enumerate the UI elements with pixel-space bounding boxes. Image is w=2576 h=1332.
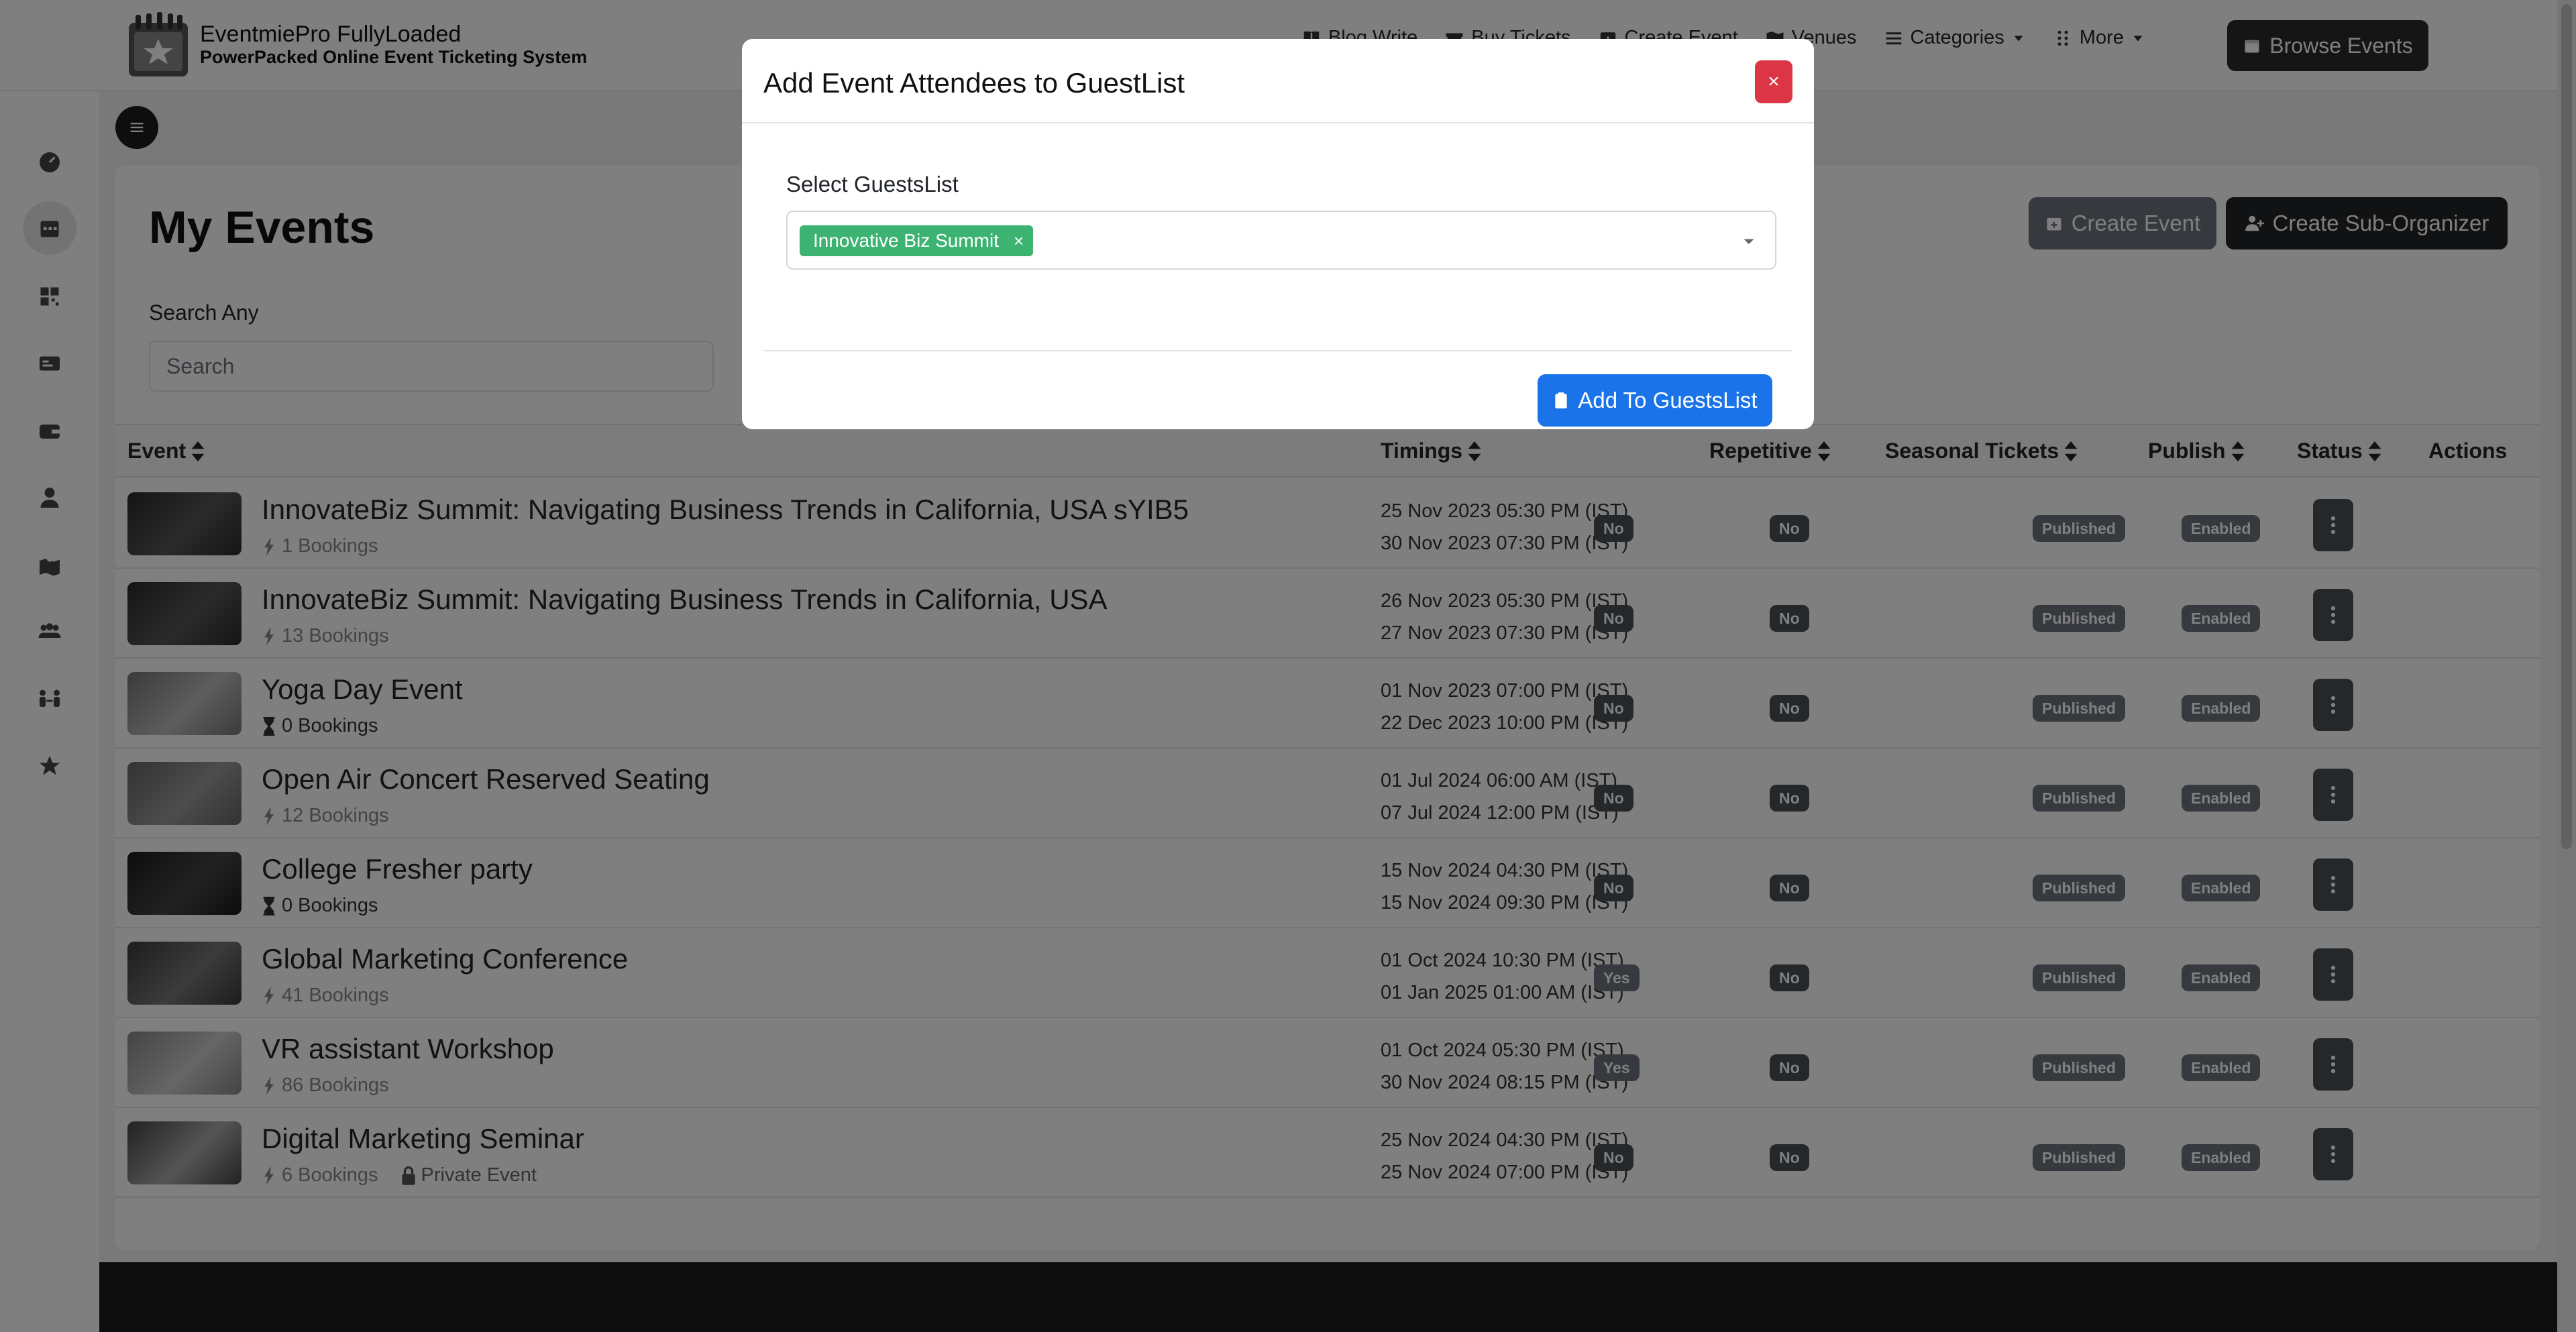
guestlist-modal: Add Event Attendees to GuestList × Selec… xyxy=(742,39,1814,429)
close-icon: × xyxy=(1768,70,1780,93)
modal-footer-divider xyxy=(763,350,1792,351)
modal-header-divider xyxy=(742,122,1814,123)
remove-tag-icon[interactable]: × xyxy=(1014,231,1024,252)
clipboard-icon xyxy=(1555,392,1568,408)
selected-guestlist-label: Innovative Biz Summit xyxy=(813,230,999,251)
selected-guestlist-tag: Innovative Biz Summit × xyxy=(800,225,1034,256)
guestlist-select[interactable]: Innovative Biz Summit × xyxy=(786,211,1776,270)
chevron-down-icon[interactable] xyxy=(1739,231,1759,251)
add-to-guestlist-button[interactable]: Add To GuestsList xyxy=(1538,374,1772,427)
guestlist-field-label: Select GuestsList xyxy=(786,172,959,197)
modal-title: Add Event Attendees to GuestList xyxy=(763,67,1185,99)
modal-close-button[interactable]: × xyxy=(1755,60,1792,103)
add-to-guestlist-label: Add To GuestsList xyxy=(1578,388,1758,412)
